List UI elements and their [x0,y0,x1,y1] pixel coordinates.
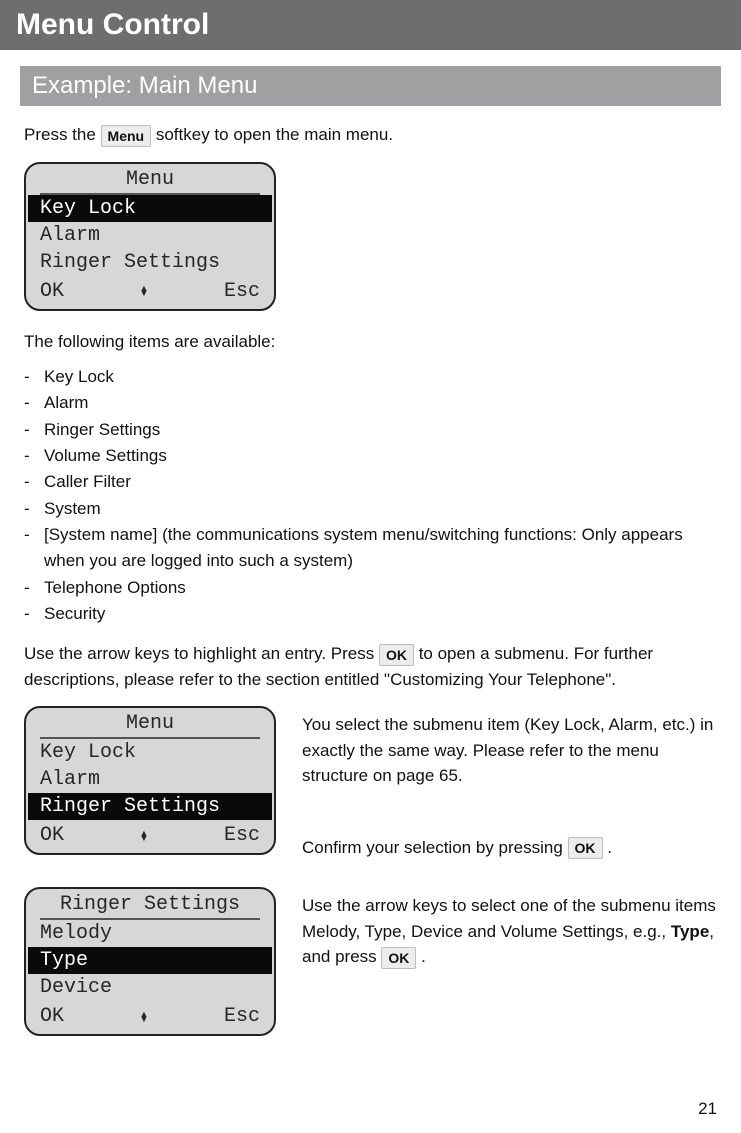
right2-b-post: . [607,838,612,857]
lcd2-caption: You select the submenu item (Key Lock, A… [302,702,717,870]
lcd1-title: Menu [40,164,260,195]
list-item: - Volume Settings [24,443,717,469]
list-item: - Telephone Options [24,575,717,601]
ok-key-2: OK [568,837,603,859]
lcd1-row-alarm: Alarm [26,222,274,249]
list-item: - Security [24,601,717,627]
lcd3-esc: Esc [224,1005,260,1028]
item-callerfilter: Caller Filter [44,472,131,491]
right3-a: Use the arrow keys to select one of the … [302,896,716,941]
right3-bold: Type [671,922,709,941]
item-keylock: Key Lock [44,367,114,386]
page-number: 21 [698,1099,717,1119]
item-systemname: [System name] (the communications system… [44,525,683,570]
section-heading-bar: Example: Main Menu [20,66,721,106]
list-item: - Alarm [24,390,717,416]
list-item: - Ringer Settings [24,417,717,443]
right2-b-pre: Confirm your selection by pressing [302,838,568,857]
lcd2-ok: OK [40,824,64,847]
list-item: - Caller Filter [24,469,717,495]
right3-c: . [416,947,425,966]
lcd3-row-type: Type [28,947,272,974]
lcd3-caption: Use the arrow keys to select one of the … [302,883,717,980]
ok-key-3: OK [381,947,416,969]
item-ringer: Ringer Settings [44,420,160,439]
lcd-screen-3: Ringer Settings Melody Type Device OK Es… [24,887,276,1036]
lcd2-row-ringer: Ringer Settings [28,793,272,820]
intro-text-b: softkey to open the main menu. [156,125,393,144]
arrow-text-a: Use the arrow keys to highlight an entry… [24,644,379,663]
row-lcd2: Menu Key Lock Alarm Ringer Settings OK E… [24,702,717,873]
lcd1-row-ringer: Ringer Settings [26,249,274,276]
lcd2-row-alarm: Alarm [26,766,274,793]
section-heading: Example: Main Menu [32,72,257,99]
lcd2-esc: Esc [224,824,260,847]
right2-a: You select the submenu item (Key Lock, A… [302,712,717,789]
lcd3-row-device: Device [26,974,274,1001]
item-volume: Volume Settings [44,446,167,465]
lcd2-row-keylock: Key Lock [26,739,274,766]
lcd1-esc: Esc [224,280,260,303]
updown-arrow-icon [137,1012,151,1023]
item-alarm: Alarm [44,393,88,412]
lcd1-softkeys: OK Esc [26,276,274,309]
lcd-screen-1: Menu Key Lock Alarm Ringer Settings OK E… [24,162,276,311]
lcd3-ok: OK [40,1005,64,1028]
item-security: Security [44,604,105,623]
list-item: - System [24,496,717,522]
list-item: - Key Lock [24,364,717,390]
ok-key-1: OK [379,644,414,666]
item-system: System [44,499,101,518]
items-list: - Key Lock - Alarm - Ringer Settings - V… [24,364,717,627]
page-title-bar: Menu Control [0,0,741,50]
right2-b: Confirm your selection by pressing OK . [302,835,717,861]
menu-key: Menu [101,125,152,147]
lcd-screen-2: Menu Key Lock Alarm Ringer Settings OK E… [24,706,276,855]
updown-arrow-icon [137,831,151,842]
row-lcd3: Ringer Settings Melody Type Device OK Es… [24,883,717,1054]
lcd3-softkeys: OK Esc [26,1001,274,1034]
arrow-paragraph: Use the arrow keys to highlight an entry… [24,641,717,692]
list-item: - [System name] (the communications syst… [24,522,717,575]
item-telephoneoptions: Telephone Options [44,578,186,597]
lcd3-title: Ringer Settings [40,889,260,920]
intro-paragraph: Press the Menu softkey to open the main … [24,122,717,148]
available-heading: The following items are available: [24,329,717,355]
lcd3-row-melody: Melody [26,920,274,947]
lcd2-softkeys: OK Esc [26,820,274,853]
lcd2-title: Menu [40,708,260,739]
page-title: Menu Control [16,8,209,41]
updown-arrow-icon [137,286,151,297]
lcd1-row-keylock: Key Lock [28,195,272,222]
right3-paragraph: Use the arrow keys to select one of the … [302,893,717,970]
intro-text-a: Press the [24,125,101,144]
lcd1-ok: OK [40,280,64,303]
